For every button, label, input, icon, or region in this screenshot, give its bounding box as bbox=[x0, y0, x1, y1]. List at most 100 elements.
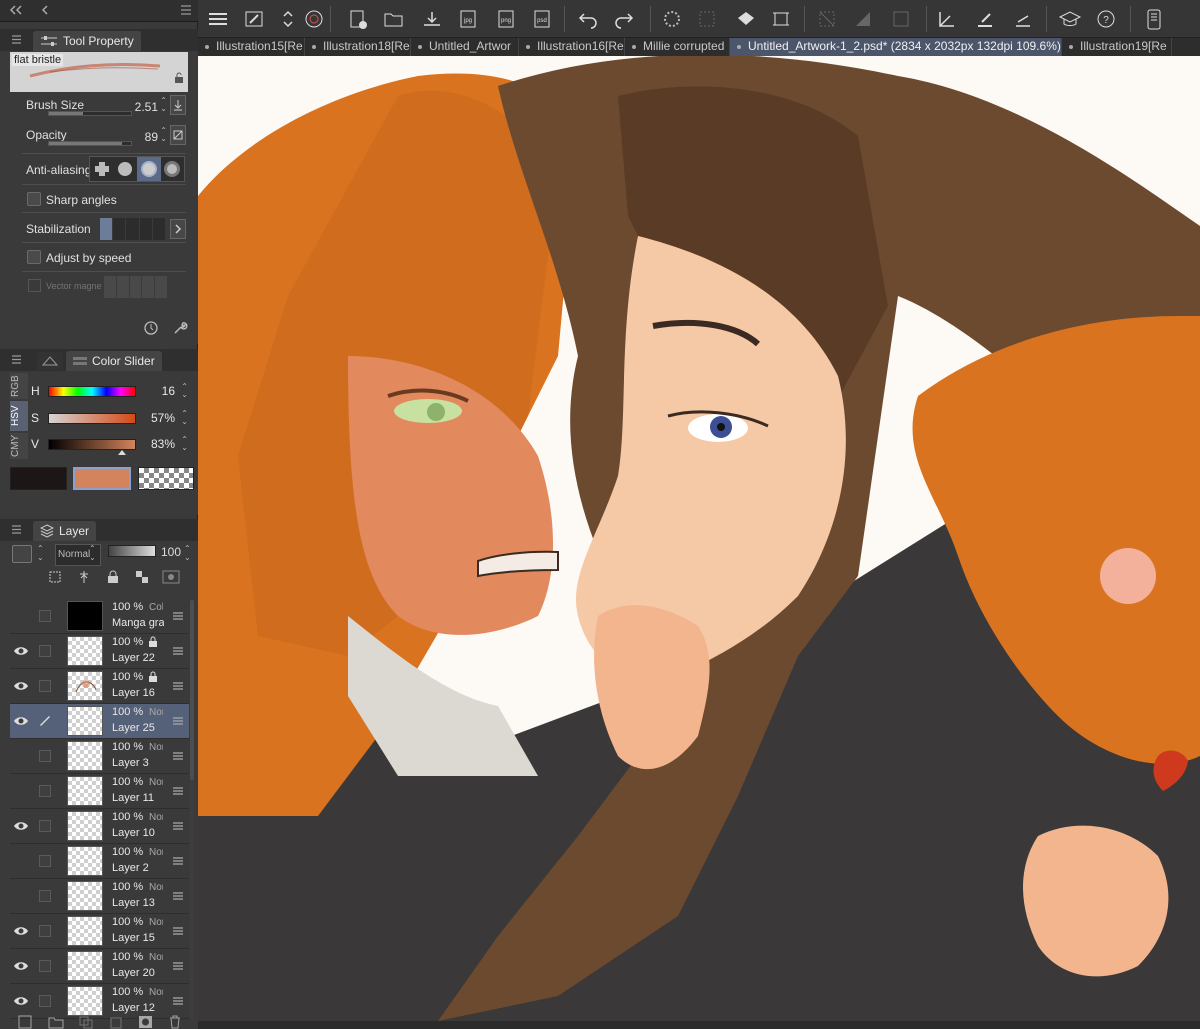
learn-icon[interactable] bbox=[1058, 8, 1082, 30]
pen-check-icon[interactable] bbox=[936, 8, 960, 30]
edit-target-toggle[interactable] bbox=[39, 680, 51, 692]
transform-icon[interactable] bbox=[770, 8, 794, 30]
edit-target-toggle[interactable] bbox=[39, 855, 51, 867]
tab-hsv[interactable]: HSV bbox=[10, 401, 28, 431]
adjust-by-speed-checkbox[interactable] bbox=[27, 250, 41, 264]
transparent-color-swatch[interactable] bbox=[138, 467, 194, 490]
eye-icon[interactable] bbox=[13, 819, 29, 833]
value-value[interactable]: 83% bbox=[151, 437, 175, 451]
layer-row[interactable]: 100 % Normal Layer 11 bbox=[10, 774, 189, 809]
layer-mask-icon[interactable] bbox=[138, 1015, 154, 1029]
opacity-value[interactable]: 89 bbox=[145, 130, 158, 144]
antialias-medium-icon[interactable] bbox=[137, 157, 161, 181]
brush-size-value[interactable]: 2.51 bbox=[135, 100, 158, 114]
layer-row[interactable]: 100 % Normal Layer 25 bbox=[10, 704, 189, 739]
brush-size-slider[interactable] bbox=[48, 111, 132, 116]
visibility-toggle[interactable] bbox=[13, 609, 29, 623]
reference-layer-icon[interactable] bbox=[73, 570, 95, 584]
vector-magnet-slider[interactable] bbox=[104, 276, 167, 298]
doc-tab-active[interactable]: Untitled_Artwork-1_2.psd* (2834 x 2032px… bbox=[730, 38, 1062, 56]
main-color-swatch[interactable] bbox=[10, 467, 67, 490]
edit-target-toggle[interactable] bbox=[39, 925, 51, 937]
edit-target-toggle[interactable] bbox=[39, 890, 51, 902]
open-folder-icon[interactable] bbox=[382, 8, 406, 30]
fill-icon[interactable] bbox=[734, 8, 758, 30]
layer-menu-icon[interactable] bbox=[173, 786, 183, 796]
layer-menu-icon[interactable] bbox=[173, 996, 183, 1006]
layer-row[interactable]: 100 % NormalLayer 2 bbox=[10, 844, 189, 879]
hue-value[interactable]: 16 bbox=[162, 384, 175, 398]
saturation-value[interactable]: 57% bbox=[151, 411, 175, 425]
saturation-stepper[interactable]: ⌃ ⌄ bbox=[181, 410, 188, 426]
select-dotted-icon[interactable] bbox=[696, 8, 720, 30]
layer-opacity-slider[interactable] bbox=[108, 545, 156, 557]
edit-target-toggle[interactable] bbox=[39, 750, 51, 762]
opacity-stepper[interactable]: ⌃ ⌄ bbox=[160, 127, 167, 143]
sub-color-swatch[interactable] bbox=[73, 467, 131, 490]
layer-menu-icon[interactable] bbox=[173, 751, 183, 761]
reset-icon[interactable] bbox=[143, 320, 159, 336]
panel-menu-icon[interactable] bbox=[12, 355, 21, 364]
lock-transparency-icon[interactable] bbox=[131, 570, 153, 584]
hue-slider[interactable] bbox=[48, 386, 136, 397]
antialias-none-icon[interactable] bbox=[90, 157, 114, 181]
chevron-right-icon[interactable] bbox=[170, 219, 186, 239]
layer-row[interactable]: 100 % Layer 16 bbox=[10, 669, 189, 704]
layer-menu-icon[interactable] bbox=[173, 961, 183, 971]
wrench-icon[interactable] bbox=[172, 320, 188, 336]
antialiasing-selector[interactable] bbox=[89, 156, 185, 182]
visibility-toggle[interactable] bbox=[13, 784, 29, 798]
antialias-strong-icon[interactable] bbox=[161, 157, 185, 181]
save-icon[interactable] bbox=[420, 8, 444, 30]
doc-tab[interactable]: Illustration16[Re bbox=[519, 38, 625, 56]
layer-color-stepper[interactable]: ⌃ ⌄ bbox=[37, 544, 44, 562]
invert-selection-icon[interactable] bbox=[852, 8, 876, 30]
up-down-icon[interactable] bbox=[276, 8, 300, 30]
visibility-toggle[interactable] bbox=[13, 854, 29, 868]
new-folder-icon[interactable] bbox=[48, 1015, 64, 1029]
brush-settings-icon[interactable] bbox=[242, 8, 266, 30]
blend-mode-stepper[interactable]: ⌃ ⌄ bbox=[89, 544, 96, 562]
undo-icon[interactable] bbox=[576, 8, 600, 30]
crop-icon[interactable] bbox=[890, 8, 914, 30]
tab-cmy[interactable]: CMY bbox=[10, 433, 28, 459]
new-layer-icon[interactable] bbox=[18, 1015, 34, 1029]
tab-rgb[interactable]: RGB bbox=[10, 373, 28, 399]
lock-layer-icon[interactable] bbox=[102, 570, 124, 584]
tablet-icon[interactable] bbox=[1142, 8, 1166, 30]
collapse-chevron-icon[interactable] bbox=[40, 4, 50, 16]
brush-size-stepper[interactable]: ⌃ ⌄ bbox=[160, 97, 167, 113]
collapse-double-chevron-icon[interactable] bbox=[9, 4, 23, 16]
eye-icon[interactable] bbox=[13, 714, 29, 728]
layer-row[interactable]: 100 % NormalLayer 3 bbox=[10, 739, 189, 774]
layer-menu-icon[interactable] bbox=[173, 926, 183, 936]
eye-icon[interactable] bbox=[13, 924, 29, 938]
layer-menu-icon[interactable] bbox=[173, 891, 183, 901]
help-icon[interactable]: ? bbox=[1094, 8, 1118, 30]
value-slider[interactable] bbox=[48, 439, 136, 450]
spiral-icon[interactable] bbox=[302, 8, 326, 30]
canvas[interactable] bbox=[198, 56, 1200, 1021]
eye-icon[interactable] bbox=[13, 644, 29, 658]
edit-target-toggle[interactable] bbox=[39, 610, 51, 622]
panel-menu-icon[interactable] bbox=[181, 5, 191, 15]
eye-icon[interactable] bbox=[13, 959, 29, 973]
antialias-weak-icon[interactable] bbox=[114, 157, 138, 181]
panel-menu-icon[interactable] bbox=[12, 525, 21, 534]
brush-size-pressure-button[interactable] bbox=[170, 95, 186, 115]
layer-menu-icon[interactable] bbox=[173, 611, 183, 621]
edit-target-toggle[interactable] bbox=[39, 960, 51, 972]
layer-row[interactable]: 100 % Normal Layer 20 bbox=[10, 949, 189, 984]
mask-icon[interactable] bbox=[160, 570, 182, 584]
new-canvas-icon[interactable] bbox=[346, 8, 370, 30]
combine-icon[interactable] bbox=[78, 1015, 94, 1029]
clip-layer-icon[interactable] bbox=[44, 570, 66, 584]
color-circle-tab-icon[interactable] bbox=[37, 352, 63, 370]
trash-icon[interactable] bbox=[168, 1015, 182, 1029]
tab-color-slider[interactable]: Color Slider bbox=[66, 351, 162, 371]
edit-target-toggle[interactable] bbox=[39, 995, 51, 1007]
lock-icon[interactable] bbox=[174, 72, 184, 84]
layer-row[interactable]: 100 % Layer 22 bbox=[10, 634, 189, 669]
edit-target-toggle[interactable] bbox=[39, 785, 51, 797]
loading-icon[interactable] bbox=[660, 8, 684, 30]
